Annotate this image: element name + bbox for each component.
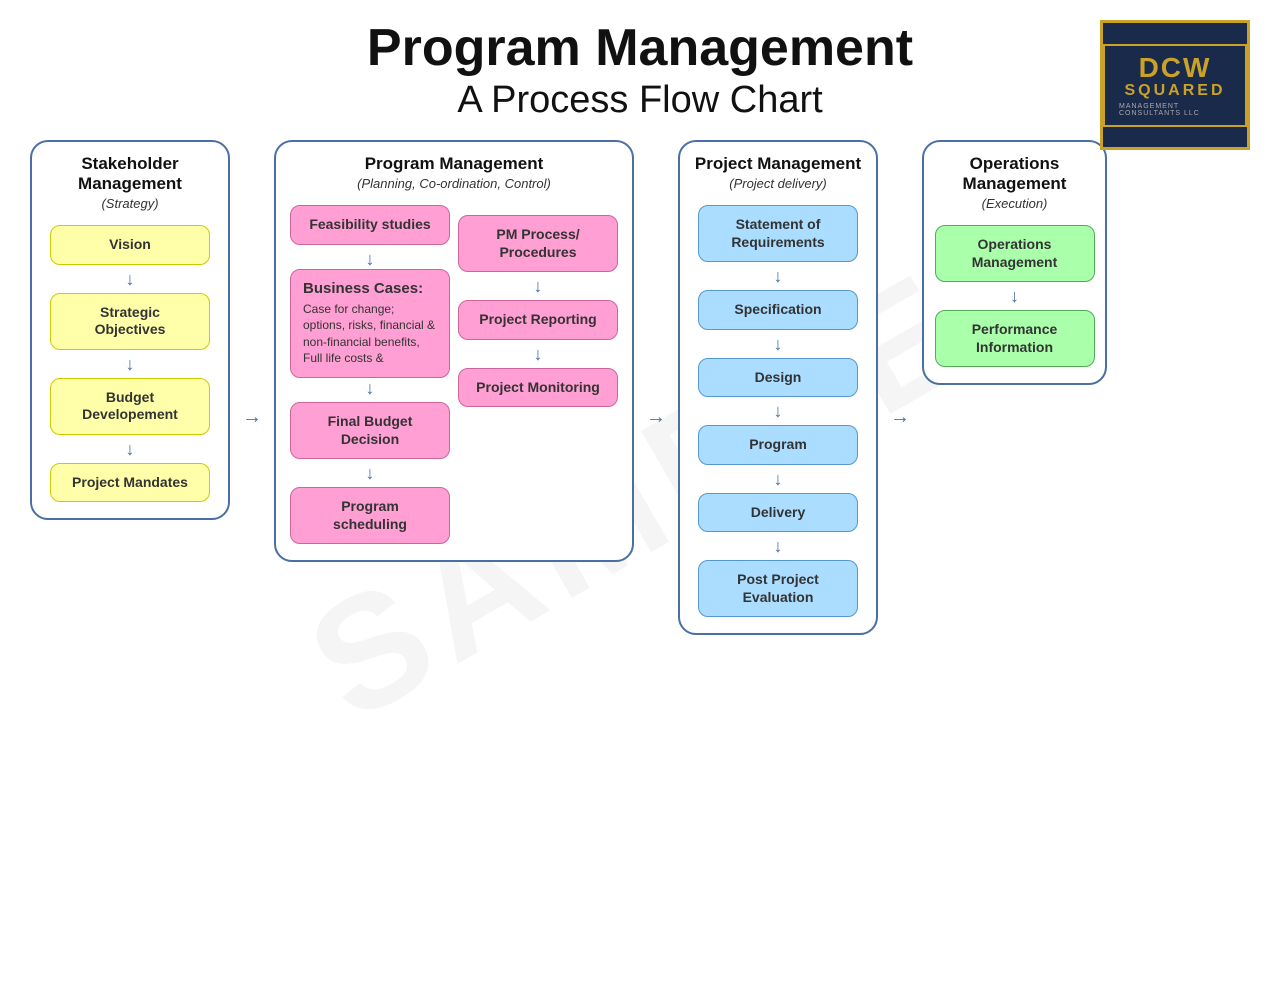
- operations-column: Operations Management (Execution) Operat…: [922, 140, 1107, 385]
- node-final-budget: Final Budget Decision: [290, 402, 450, 459]
- program-column: Program Management (Planning, Co-ordinat…: [274, 140, 634, 562]
- arrow-proj-3: ↓: [774, 402, 783, 420]
- arrow-pm-r2: ↓: [534, 345, 543, 363]
- logo-squared: SQUARED: [1124, 82, 1225, 100]
- node-budget-dev: Budget Developement: [50, 378, 210, 435]
- program-subtitle: (Planning, Co-ordination, Control): [357, 176, 551, 191]
- operations-subtitle: (Execution): [982, 196, 1048, 211]
- flow-container: Stakeholder Management (Strategy) Vision…: [30, 140, 1250, 635]
- node-program-proj: Program: [698, 425, 858, 465]
- node-specification: Specification: [698, 290, 858, 330]
- pm-inner: Feasibility studies ↓ Business Cases: Ca…: [290, 201, 618, 548]
- stakeholder-column: Stakeholder Management (Strategy) Vision…: [30, 140, 230, 520]
- node-statement-req: Statement of Requirements: [698, 205, 858, 262]
- logo-dcw: DCW: [1139, 54, 1212, 82]
- node-operations-mgmt: Operations Management: [935, 225, 1095, 282]
- program-panel: Program Management (Planning, Co-ordinat…: [274, 140, 634, 562]
- node-delivery: Delivery: [698, 493, 858, 533]
- node-strategic-objectives: Strategic Objectives: [50, 293, 210, 350]
- arrow-proj-4: ↓: [774, 470, 783, 488]
- stakeholder-title: Stakeholder Management: [42, 154, 218, 194]
- arrow-pm-r1: ↓: [534, 277, 543, 295]
- inter-arrow-3: →: [890, 346, 910, 429]
- project-subtitle: (Project delivery): [729, 176, 827, 191]
- page-subtitle: A Process Flow Chart: [30, 79, 1250, 122]
- arrow-ops-1: ↓: [1010, 287, 1019, 305]
- arrow-proj-2: ↓: [774, 335, 783, 353]
- node-pm-process: PM Process/ Procedures: [458, 215, 618, 272]
- node-project-monitoring: Project Monitoring: [458, 368, 618, 408]
- arrow-pm-3: ↓: [366, 464, 375, 482]
- inter-arrow-2: →: [646, 346, 666, 429]
- node-feasibility: Feasibility studies: [290, 205, 450, 245]
- stakeholder-subtitle: (Strategy): [101, 196, 158, 211]
- arrow-pm-1: ↓: [366, 250, 375, 268]
- node-vision: Vision: [50, 225, 210, 265]
- inter-arrow-1: →: [242, 346, 262, 429]
- operations-title: Operations Management: [934, 154, 1095, 194]
- project-panel: Project Management (Project delivery) St…: [678, 140, 878, 635]
- operations-panel: Operations Management (Execution) Operat…: [922, 140, 1107, 385]
- arrow-proj-1: ↓: [774, 267, 783, 285]
- header: Program Management A Process Flow Chart: [30, 20, 1250, 122]
- node-program-scheduling: Program scheduling: [290, 487, 450, 544]
- logo: DCW SQUARED MANAGEMENT CONSULTANTS LLC: [1100, 20, 1250, 150]
- logo-sub: MANAGEMENT CONSULTANTS LLC: [1119, 103, 1231, 117]
- node-project-reporting: Project Reporting: [458, 300, 618, 340]
- pm-right: PM Process/ Procedures ↓ Project Reporti…: [458, 211, 618, 411]
- page-title: Program Management: [30, 20, 1250, 77]
- pm-left: Feasibility studies ↓ Business Cases: Ca…: [290, 201, 450, 548]
- stakeholder-panel: Stakeholder Management (Strategy) Vision…: [30, 140, 230, 520]
- node-project-mandates: Project Mandates: [50, 463, 210, 503]
- arrow-3: ↓: [126, 440, 135, 458]
- arrow-proj-5: ↓: [774, 537, 783, 555]
- node-design: Design: [698, 358, 858, 398]
- program-title: Program Management: [365, 154, 544, 174]
- project-title: Project Management: [695, 154, 861, 174]
- arrow-pm-2: ↓: [366, 379, 375, 397]
- node-performance-info: Performance Information: [935, 310, 1095, 367]
- node-post-project: Post Project Evaluation: [698, 560, 858, 617]
- page-wrapper: SAMPLE DCW SQUARED MANAGEMENT CONSULTANT…: [0, 0, 1280, 989]
- node-business-cases: Business Cases: Case for change; options…: [290, 269, 450, 378]
- project-column: Project Management (Project delivery) St…: [678, 140, 878, 635]
- arrow-1: ↓: [126, 270, 135, 288]
- arrow-2: ↓: [126, 355, 135, 373]
